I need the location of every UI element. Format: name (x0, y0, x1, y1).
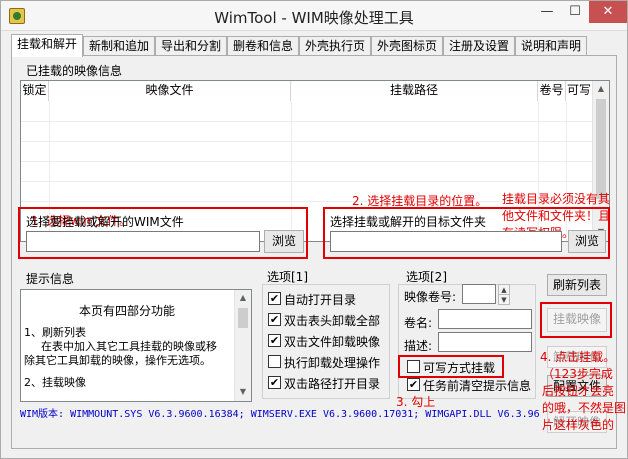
info-line: 2、挂载映像 (24, 376, 86, 389)
browse-wim-button[interactable]: 浏览 (264, 230, 304, 253)
tab-shell-exec[interactable]: 外壳执行页 (299, 36, 372, 56)
checkbox-exec-unmount[interactable] (268, 355, 281, 368)
checkbox-auto-open[interactable]: ✔ (268, 292, 281, 305)
wim-version-status: WIM版本: WIMMOUNT.SYS V6.3.9600.16384; WIM… (20, 409, 540, 420)
annotation-btn-note-2: 后按钮才会亮 (542, 384, 615, 398)
column-mount-path[interactable]: 挂载路径 (291, 81, 538, 101)
label-auto-open: 自动打开目录 (284, 293, 357, 307)
label-exec-unmount: 执行卸载处理操作 (284, 356, 381, 370)
mount-panel: 已挂载的映像信息 锁定 映像文件 挂载路径 卷号 可写 ▲ ▼ (11, 55, 626, 449)
mounted-images-label: 已挂载的映像信息 (26, 64, 123, 78)
spin-down-icon[interactable]: ▼ (498, 294, 510, 305)
checkbox-writable[interactable] (407, 360, 420, 373)
info-label: 提示信息 (26, 272, 75, 286)
checkbox-dblclick-file[interactable]: ✔ (268, 334, 281, 347)
close-icon[interactable]: ✕ (589, 1, 627, 23)
browse-folder-button[interactable]: 浏览 (568, 230, 606, 253)
target-folder-input[interactable] (330, 231, 562, 252)
volume-input[interactable] (462, 284, 496, 304)
column-writable[interactable]: 可写 (566, 81, 593, 101)
list-header: 锁定 映像文件 挂载路径 卷号 可写 (21, 81, 593, 101)
column-volume[interactable]: 卷号 (538, 81, 566, 101)
info-scrollbar[interactable]: ▲ ▼ (234, 290, 251, 401)
label-dblclick-file: 双击文件卸载映像 (284, 335, 381, 349)
grid-line (21, 121, 593, 122)
title-bar: WimTool - WIM映像处理工具 — ☐ ✕ (1, 1, 627, 31)
annotation-btn-note-1: （123步完成 (542, 367, 613, 381)
checkbox-dblclick-path[interactable]: ✔ (268, 376, 281, 389)
scroll-up-icon[interactable]: ▲ (593, 81, 609, 97)
window-title: WimTool - WIM映像处理工具 (214, 9, 414, 27)
tab-mount-unpack[interactable]: 挂载和解开 (11, 34, 84, 57)
checkbox-dblclick-header[interactable]: ✔ (268, 313, 281, 326)
minimize-icon[interactable]: — (533, 1, 561, 23)
grid-line (21, 161, 593, 162)
grid-line (21, 181, 593, 182)
refresh-list-button[interactable]: 刷新列表 (547, 274, 607, 296)
label-dblclick-header: 双击表头卸载全部 (284, 314, 381, 328)
scroll-thumb[interactable] (238, 308, 248, 328)
app-window: WimTool - WIM映像处理工具 — ☐ ✕ 挂载和解开 新制和追加 导出… (0, 0, 628, 459)
tab-delete-info[interactable]: 删卷和信息 (227, 36, 300, 56)
target-folder-label: 选择挂载或解开的目标文件夹 (330, 215, 487, 229)
grid-line (21, 141, 593, 142)
volume-label: 映像卷号: (404, 290, 457, 304)
scroll-thumb[interactable] (596, 99, 606, 199)
info-line: 本页有四部分功能 (79, 304, 176, 318)
tab-register-settings[interactable]: 注册及设置 (443, 36, 516, 56)
label-writable: 可写方式挂载 (423, 361, 496, 375)
label-clear-info: 任务前清空提示信息 (423, 379, 532, 393)
mount-image-button[interactable]: 挂载映像 (547, 308, 607, 332)
column-lock[interactable]: 锁定 (21, 81, 49, 101)
annotation-btn-note-4: 片这样灰色的 (542, 418, 615, 432)
annotation-dir-note-1: 挂载目录必须没有其 (502, 192, 611, 206)
info-textbox[interactable]: 本页有四部分功能 1、刷新列表 在表中加入其它工具挂载的映像或移 除其它工具卸载… (20, 289, 252, 402)
checkbox-clear-info[interactable]: ✔ (407, 378, 420, 391)
tab-create-append[interactable]: 新制和追加 (83, 36, 156, 56)
tab-export-split[interactable]: 导出和分割 (155, 36, 228, 56)
column-image-file[interactable]: 映像文件 (49, 81, 291, 101)
maximize-icon[interactable]: ☐ (561, 1, 589, 23)
scroll-down-icon[interactable]: ▼ (235, 384, 251, 400)
desc-input[interactable] (438, 332, 532, 352)
tab-shell-icon[interactable]: 外壳图标页 (371, 36, 444, 56)
label-dblclick-path: 双击路径打开目录 (284, 377, 381, 391)
info-line: 除其它工具卸载的映像，操作无选项。 (24, 354, 211, 367)
wim-file-label: 选择要挂载或解开的WIM文件 (26, 215, 184, 229)
options1-label: 选项[1] (267, 270, 308, 284)
desc-label: 描述: (404, 339, 433, 353)
wim-file-input[interactable] (26, 231, 260, 252)
annotation-btn-note-3: 的哦，不然是图 (542, 401, 627, 415)
volname-label: 卷名: (404, 316, 433, 330)
volname-input[interactable] (438, 309, 532, 329)
tab-help-statement[interactable]: 说明和声明 (515, 36, 588, 56)
scroll-up-icon[interactable]: ▲ (235, 290, 251, 306)
annotation-step4: 4. 点击挂载。 (540, 350, 616, 364)
options2-label: 选项[2] (406, 270, 447, 284)
